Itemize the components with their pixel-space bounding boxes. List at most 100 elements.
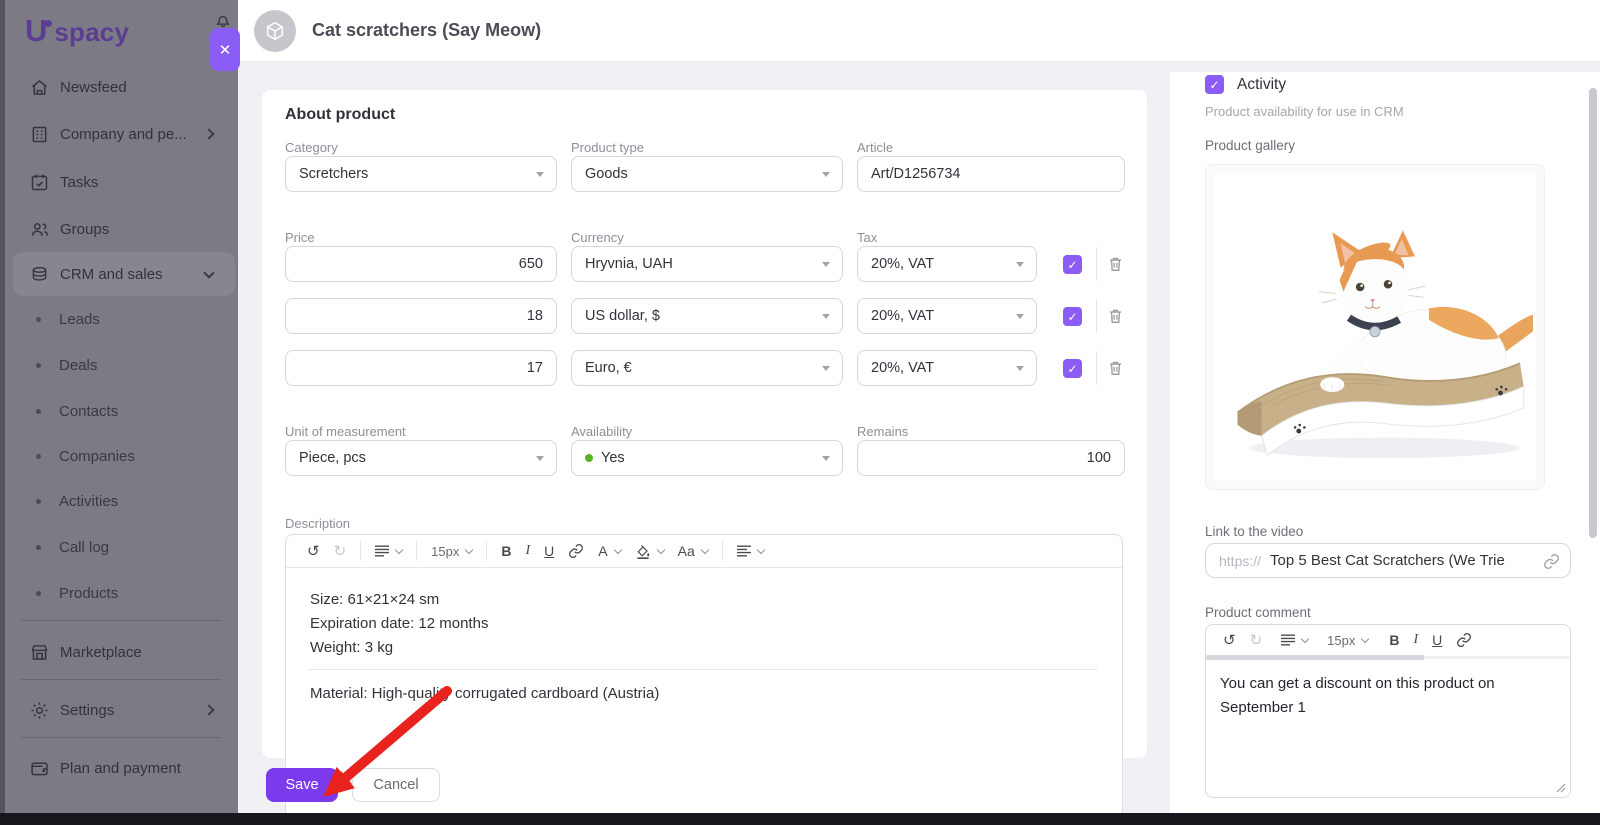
sidebar-item-marketplace[interactable]: Marketplace xyxy=(13,637,235,667)
price-active-checkbox[interactable]: ✓ xyxy=(1063,359,1082,378)
price-input[interactable] xyxy=(285,298,557,334)
font-color-button[interactable]: A xyxy=(598,543,622,559)
product-gallery[interactable] xyxy=(1205,164,1545,490)
resize-handle-icon[interactable] xyxy=(1556,783,1566,793)
price-label: Price xyxy=(285,230,315,245)
sidebar-item-label: Marketplace xyxy=(60,643,142,661)
currency-select[interactable]: Euro, € xyxy=(571,350,843,386)
sidebar-item-newsfeed[interactable]: Newsfeed xyxy=(13,72,235,102)
underline-icon[interactable]: U xyxy=(1432,632,1442,648)
modal-header: Cat scratchers (Say Meow) xyxy=(238,0,1600,62)
redo-icon[interactable]: ↻ xyxy=(334,542,347,560)
align-icon xyxy=(736,545,751,557)
close-modal-button[interactable]: ✕ xyxy=(210,28,240,71)
italic-icon[interactable]: I xyxy=(525,543,530,559)
font-size-button[interactable]: 15px xyxy=(1327,633,1370,648)
unit-label: Unit of measurement xyxy=(285,424,406,439)
highlight-color-button[interactable] xyxy=(635,543,665,559)
tax-select[interactable]: 20%, VAT xyxy=(857,350,1037,386)
notification-bell-icon[interactable] xyxy=(214,10,232,30)
currency-select[interactable]: US dollar, $ xyxy=(571,298,843,334)
cancel-button[interactable]: Cancel xyxy=(352,768,440,802)
app-window: U spacy Newsfeed Company and pe... Tasks… xyxy=(0,0,1600,825)
line-height-button[interactable] xyxy=(1281,634,1310,646)
sidebar-item-label: Tasks xyxy=(60,173,99,191)
chevron-right-icon xyxy=(203,704,215,716)
sidebar-item-companies[interactable]: Companies xyxy=(13,443,235,469)
chevron-down-icon xyxy=(756,545,765,555)
cat-on-scratcher-image xyxy=(1236,230,1533,459)
trash-icon[interactable] xyxy=(1106,254,1125,274)
product-type-select[interactable]: Goods xyxy=(571,156,843,192)
sidebar-item-contacts[interactable]: Contacts xyxy=(13,398,235,424)
insert-link-button[interactable] xyxy=(1456,632,1472,648)
video-link-input[interactable]: https:// Top 5 Best Cat Scratchers (We T… xyxy=(1205,543,1571,578)
price-input[interactable] xyxy=(285,246,557,282)
save-button[interactable]: Save xyxy=(266,768,338,802)
undo-icon[interactable]: ↺ xyxy=(307,542,320,560)
description-toolbar: ↺ ↻ 15px B I U A Aa xyxy=(286,535,1122,568)
dropdown-arrow-icon xyxy=(822,456,830,461)
sidebar-item-crm-and-sales[interactable]: CRM and sales xyxy=(13,252,235,296)
sidebar-item-call-log[interactable]: Call log xyxy=(13,534,235,560)
font-size-button[interactable]: 15px xyxy=(431,544,474,559)
sidebar-item-plan-and-payment[interactable]: Plan and payment xyxy=(13,753,235,783)
italic-icon[interactable]: I xyxy=(1413,632,1418,648)
chevron-down-icon xyxy=(656,545,665,555)
tax-select[interactable]: 20%, VAT xyxy=(857,246,1037,282)
category-select[interactable]: Scretchers xyxy=(285,156,557,192)
sidebar-item-activities[interactable]: Activities xyxy=(13,488,235,514)
underline-icon[interactable]: U xyxy=(544,543,554,559)
text-style-button[interactable]: Aa xyxy=(678,543,709,559)
link-icon[interactable] xyxy=(1543,553,1560,570)
product-comment-editor: ↺ ↻ 15px B I U You can get a discount on… xyxy=(1205,624,1571,798)
sidebar-item-settings[interactable]: Settings xyxy=(13,695,235,725)
undo-icon[interactable]: ↺ xyxy=(1223,631,1236,649)
activity-hint: Product availability for use in CRM xyxy=(1205,104,1404,119)
price-active-checkbox[interactable]: ✓ xyxy=(1063,255,1082,274)
dropdown-arrow-icon xyxy=(1016,314,1024,319)
price-input[interactable] xyxy=(285,350,557,386)
currency-select[interactable]: Hryvnia, UAH xyxy=(571,246,843,282)
sidebar-item-leads[interactable]: Leads xyxy=(13,306,235,332)
remains-input[interactable] xyxy=(857,440,1125,476)
sidebar-subitem-label: Contacts xyxy=(59,402,119,420)
bullet-icon xyxy=(36,408,41,414)
vertical-scrollbar[interactable] xyxy=(1589,88,1597,538)
sidebar: U spacy Newsfeed Company and pe... Tasks… xyxy=(0,0,238,813)
trash-icon[interactable] xyxy=(1106,358,1125,378)
sidebar-item-deals[interactable]: Deals xyxy=(13,352,235,378)
bullet-icon xyxy=(36,453,41,459)
price-active-checkbox[interactable]: ✓ xyxy=(1063,307,1082,326)
sidebar-item-groups[interactable]: Groups xyxy=(13,214,235,244)
article-input[interactable] xyxy=(857,156,1125,192)
trash-icon[interactable] xyxy=(1106,306,1125,326)
line-height-button[interactable] xyxy=(375,545,404,557)
availability-dot-icon xyxy=(585,454,593,462)
dropdown-arrow-icon xyxy=(822,314,830,319)
currency-value: US dollar, $ xyxy=(585,308,660,324)
uspacy-logo[interactable]: U spacy xyxy=(25,13,129,49)
bold-icon[interactable]: B xyxy=(501,543,511,559)
comment-content[interactable]: You can get a discount on this product o… xyxy=(1206,660,1570,732)
scrollbar-thumb[interactable] xyxy=(1206,655,1424,660)
availability-select[interactable]: Yes xyxy=(571,440,843,476)
description-content[interactable]: Size: 61×21×24 sm Expiration date: 12 mo… xyxy=(286,568,1122,726)
activity-checkbox[interactable]: ✓ xyxy=(1205,75,1224,94)
align-button[interactable] xyxy=(736,545,765,557)
currency-value: Hryvnia, UAH xyxy=(585,256,673,272)
description-line: Size: 61×21×24 sm xyxy=(310,591,440,608)
sidebar-item-products[interactable]: Products xyxy=(13,580,235,606)
bold-icon[interactable]: B xyxy=(1389,632,1399,648)
description-line: Weight: 3 kg xyxy=(310,639,394,656)
unit-select[interactable]: Piece, pcs xyxy=(285,440,557,476)
tax-select[interactable]: 20%, VAT xyxy=(857,298,1037,334)
insert-link-button[interactable] xyxy=(568,543,584,559)
redo-icon[interactable]: ↻ xyxy=(1250,631,1263,649)
line-height-icon xyxy=(375,545,390,557)
sidebar-item-company[interactable]: Company and pe... xyxy=(13,119,235,149)
link-icon xyxy=(1457,633,1472,647)
sidebar-item-tasks[interactable]: Tasks xyxy=(13,167,235,197)
paint-bucket-icon xyxy=(636,544,649,559)
font-color-icon: A xyxy=(598,543,608,559)
